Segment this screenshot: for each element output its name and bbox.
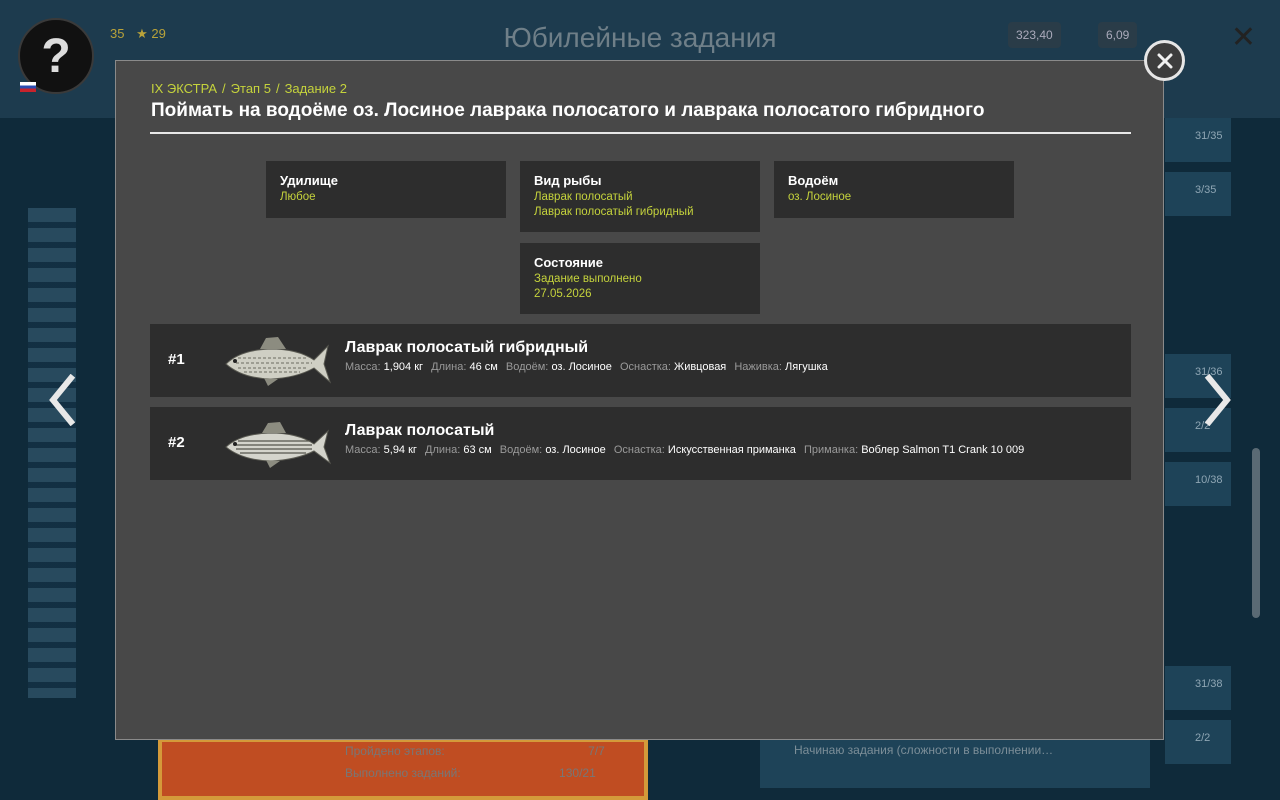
wallet-silver[interactable]: 323,40 (1008, 22, 1061, 48)
breadcrumb-item: Задание 2 (284, 81, 347, 96)
next-button[interactable] (1198, 372, 1238, 428)
info-status: Состояние Задание выполнено 27.05.2026 (520, 243, 760, 314)
catch-number: #1 (168, 351, 185, 368)
breadcrumb: IX ЭКСТРА / Этап 5/Задание 2 (151, 81, 347, 96)
info-value: 27.05.2026 (534, 288, 592, 300)
task-modal: IX ЭКСТРА / Этап 5/Задание 2 Поймать на во… (115, 60, 1164, 740)
catch-row[interactable]: #2 Лаврак полосатый Масса: 5,94 кг Длина… (150, 407, 1131, 480)
chevron-left-icon (49, 374, 76, 426)
close-button[interactable] (1144, 40, 1185, 81)
striped-bass-hybrid-icon (225, 337, 332, 386)
info-value: Задание выполнено (534, 273, 642, 285)
catch-fish-name: Лаврак полосатый гибридный (345, 339, 589, 356)
catch-details: Масса: 5,94 кг Длина: 63 см Водоём: оз. … (345, 444, 1025, 456)
wallet-gold[interactable]: 6,09 (1098, 22, 1138, 48)
info-fish: Вид рыбы Лаврак полосатый Лаврак полосат… (520, 161, 760, 232)
task-note: Начинаю задания (сложности в выполнении… (760, 738, 1150, 788)
info-label: Удилище (280, 173, 338, 188)
catch-number: #2 (168, 434, 185, 451)
close-icon (1157, 53, 1172, 68)
side-banner (28, 208, 76, 698)
breadcrumb-item[interactable]: IX ЭКСТРА (151, 81, 217, 96)
list-item[interactable]: 31/35 (1165, 118, 1231, 162)
info-rod: Удилище Любое (266, 161, 506, 218)
catch-details: Масса: 1,904 кг Длина: 46 см Водоём: оз.… (345, 361, 828, 373)
catch-fish-name: Лаврак полосатый (345, 422, 495, 439)
list-item[interactable]: 3/35 (1165, 172, 1231, 216)
info-label: Водоём (788, 173, 839, 188)
info-water: Водоём оз. Лосиное (774, 161, 1014, 218)
info-value: Лаврак полосатый гибридный (534, 206, 694, 218)
prev-button[interactable] (42, 372, 82, 428)
list-item[interactable]: 2/2 (1165, 720, 1231, 764)
info-label: Вид рыбы (534, 173, 602, 188)
page-title: Юбилейные задания (503, 22, 777, 53)
catch-row[interactable]: #1 Лаврак полосатый гибридный Масса: 1,9… (150, 324, 1131, 397)
task-list: 31/35 3/35 31/36 2/2 10/38 31/38 2/2 (1165, 118, 1231, 800)
task-title: Поймать на водоёме оз. Лосиное лаврака п… (151, 100, 985, 121)
scrollbar[interactable] (1252, 448, 1260, 618)
breadcrumb-item[interactable]: Этап 5 (231, 81, 271, 96)
striped-bass-icon (225, 422, 332, 468)
list-item[interactable]: 10/38 (1165, 462, 1231, 506)
chevron-right-icon (1204, 374, 1231, 426)
list-item[interactable]: 31/38 (1165, 666, 1231, 710)
info-value: оз. Лосиное (788, 191, 852, 203)
info-value: Лаврак полосатый (534, 191, 633, 203)
info-label: Состояние (534, 255, 604, 270)
divider (150, 132, 1131, 134)
close-page-icon[interactable]: ✕ (1231, 20, 1256, 55)
flag-icon (20, 82, 36, 92)
progress-card-text: Пройдено этапов: 7/7 Выполнено заданий: … (345, 744, 605, 780)
info-value: Любое (280, 191, 316, 203)
